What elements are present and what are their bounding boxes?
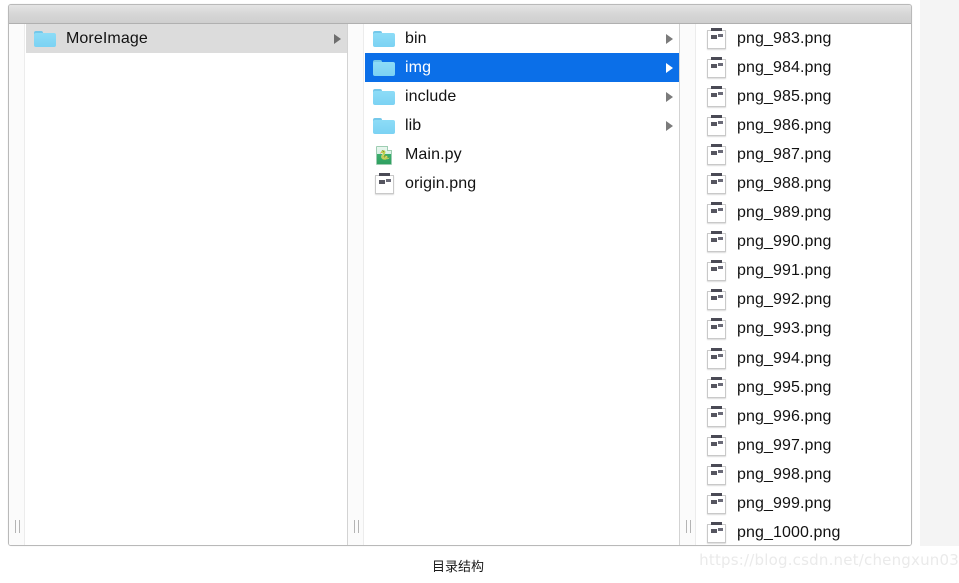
file-row[interactable]: lib: [365, 111, 679, 140]
file-row[interactable]: png_1000.png: [697, 519, 911, 545]
file-row-label: png_986.png: [737, 116, 832, 134]
column-1-resize-grip[interactable]: [13, 520, 22, 533]
file-row[interactable]: png_994.png: [697, 344, 911, 373]
file-row[interactable]: png_983.png: [697, 24, 911, 53]
file-row-label: include: [405, 87, 457, 105]
png-thumbnail-icon: [705, 463, 727, 485]
png-thumbnail-icon: [705, 493, 727, 515]
png-thumbnail-icon: [705, 318, 727, 340]
file-row[interactable]: png_986.png: [697, 111, 911, 140]
png-thumbnail-icon: [705, 434, 727, 456]
file-row[interactable]: png_984.png: [697, 53, 911, 82]
png-thumbnail-icon: [705, 231, 727, 253]
disclosure-arrow-icon[interactable]: [666, 120, 673, 131]
column-3-list: png_983.png png_984.png png_985.png png_986…: [697, 24, 911, 545]
file-row-label: png_1000.png: [737, 524, 841, 542]
file-row-label: png_996.png: [737, 407, 832, 425]
column-3-scrollbar[interactable]: [680, 24, 696, 545]
file-row[interactable]: include: [365, 82, 679, 111]
window-titlebar[interactable]: [9, 5, 911, 24]
file-row-label: png_987.png: [737, 145, 832, 163]
folder-icon: [373, 116, 395, 136]
png-thumbnail-icon: [373, 172, 395, 194]
file-row-label: png_990.png: [737, 233, 832, 251]
file-row-label: bin: [405, 29, 427, 47]
file-row-label: png_994.png: [737, 349, 832, 367]
column-1-list: MoreImage: [26, 24, 347, 545]
file-row-label: png_988.png: [737, 175, 832, 193]
disclosure-arrow-icon[interactable]: [666, 62, 673, 73]
file-row-label: png_984.png: [737, 58, 832, 76]
png-thumbnail-icon: [705, 114, 727, 136]
screenshot-root: MoreImage bin img include lib 🐍 Main.py origin…: [0, 0, 959, 583]
file-row[interactable]: png_991.png: [697, 257, 911, 286]
column-1-scrollbar[interactable]: [9, 24, 25, 545]
png-thumbnail-icon: [705, 522, 727, 544]
file-row-label: png_989.png: [737, 204, 832, 222]
file-row-label: png_995.png: [737, 378, 832, 396]
png-thumbnail-icon: [705, 376, 727, 398]
column-3-resize-grip[interactable]: [684, 520, 693, 533]
file-row[interactable]: png_985.png: [697, 82, 911, 111]
png-thumbnail-icon: [705, 405, 727, 427]
disclosure-arrow-icon[interactable]: [334, 33, 341, 44]
file-row[interactable]: png_988.png: [697, 169, 911, 198]
folder-icon: [373, 58, 395, 78]
column-2-scrollbar[interactable]: [348, 24, 364, 545]
file-row[interactable]: 🐍 Main.py: [365, 140, 679, 169]
file-row[interactable]: png_989.png: [697, 199, 911, 228]
file-row-label: png_999.png: [737, 495, 832, 513]
folder-icon: [34, 29, 56, 49]
column-2-resize-grip[interactable]: [352, 520, 361, 533]
file-row[interactable]: png_999.png: [697, 490, 911, 519]
python-file-icon: 🐍: [373, 145, 395, 165]
png-thumbnail-icon: [705, 289, 727, 311]
finder-column-1: MoreImage: [9, 24, 348, 545]
file-row[interactable]: png_996.png: [697, 402, 911, 431]
disclosure-arrow-icon[interactable]: [666, 91, 673, 102]
file-row-label: png_983.png: [737, 29, 832, 47]
file-row-label: lib: [405, 116, 422, 134]
file-row[interactable]: png_997.png: [697, 431, 911, 460]
file-row[interactable]: png_992.png: [697, 286, 911, 315]
watermark: https://blog.csdn.net/chengxun03: [699, 551, 959, 569]
file-row[interactable]: png_990.png: [697, 228, 911, 257]
png-thumbnail-icon: [705, 85, 727, 107]
file-row-label: png_998.png: [737, 465, 832, 483]
file-row[interactable]: bin: [365, 24, 679, 53]
folder-icon: [373, 29, 395, 49]
png-thumbnail-icon: [705, 143, 727, 165]
file-row-label: png_993.png: [737, 320, 832, 338]
file-row[interactable]: origin.png: [365, 169, 679, 198]
file-row-label: Main.py: [405, 145, 462, 163]
disclosure-arrow-icon[interactable]: [666, 33, 673, 44]
file-row[interactable]: MoreImage: [26, 24, 347, 53]
png-thumbnail-icon: [705, 56, 727, 78]
file-row[interactable]: png_995.png: [697, 373, 911, 402]
file-row-label: png_985.png: [737, 87, 832, 105]
column-2-list: bin img include lib 🐍 Main.py origin.png: [365, 24, 679, 545]
png-thumbnail-icon: [705, 202, 727, 224]
page-background-right: [920, 0, 959, 583]
finder-column-3: png_983.png png_984.png png_985.png png_986…: [680, 24, 911, 545]
file-row-label: png_992.png: [737, 291, 832, 309]
png-thumbnail-icon: [705, 173, 727, 195]
file-row[interactable]: png_993.png: [697, 315, 911, 344]
file-row[interactable]: png_998.png: [697, 460, 911, 489]
file-row[interactable]: img: [365, 53, 679, 82]
png-thumbnail-icon: [705, 347, 727, 369]
png-thumbnail-icon: [705, 260, 727, 282]
finder-column-view: MoreImage bin img include lib 🐍 Main.py origin…: [9, 24, 911, 545]
file-row-label: MoreImage: [66, 29, 148, 47]
folder-icon: [373, 87, 395, 107]
file-row-label: png_991.png: [737, 262, 832, 280]
file-row-label: origin.png: [405, 174, 477, 192]
png-thumbnail-icon: [705, 27, 727, 49]
file-row-label: png_997.png: [737, 436, 832, 454]
file-row-label: img: [405, 58, 432, 76]
finder-column-2: bin img include lib 🐍 Main.py origin.png: [348, 24, 680, 545]
file-row[interactable]: png_987.png: [697, 140, 911, 169]
finder-window: MoreImage bin img include lib 🐍 Main.py origin…: [8, 4, 912, 546]
